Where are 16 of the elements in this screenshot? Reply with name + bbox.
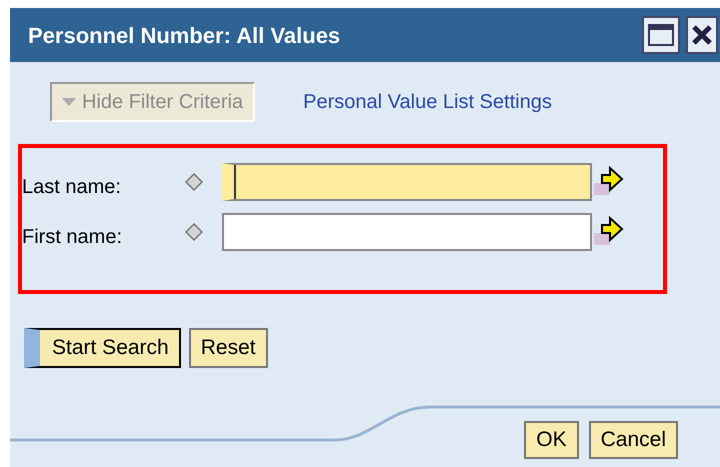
dialog-button[interactable]: OK [524,421,579,459]
input-field[interactable] [222,213,592,251]
diamond-icon [184,222,204,242]
search-button[interactable]: Reset [188,328,268,368]
close-icon [691,24,713,46]
dialog-button[interactable]: Cancel [588,421,678,459]
field-label: Last name: [22,175,122,200]
settings-link[interactable]: Personal Value List Settings [303,87,552,117]
search-button[interactable]: Start Search [24,328,181,368]
field-label: First name: [22,225,124,250]
close-button[interactable] [686,16,718,54]
diamond-icon [184,172,204,192]
maximize-button[interactable] [642,16,680,54]
caret-icon [62,98,76,106]
window-title: Personnel Number: All Values [28,22,342,50]
input-field[interactable] [222,163,592,201]
